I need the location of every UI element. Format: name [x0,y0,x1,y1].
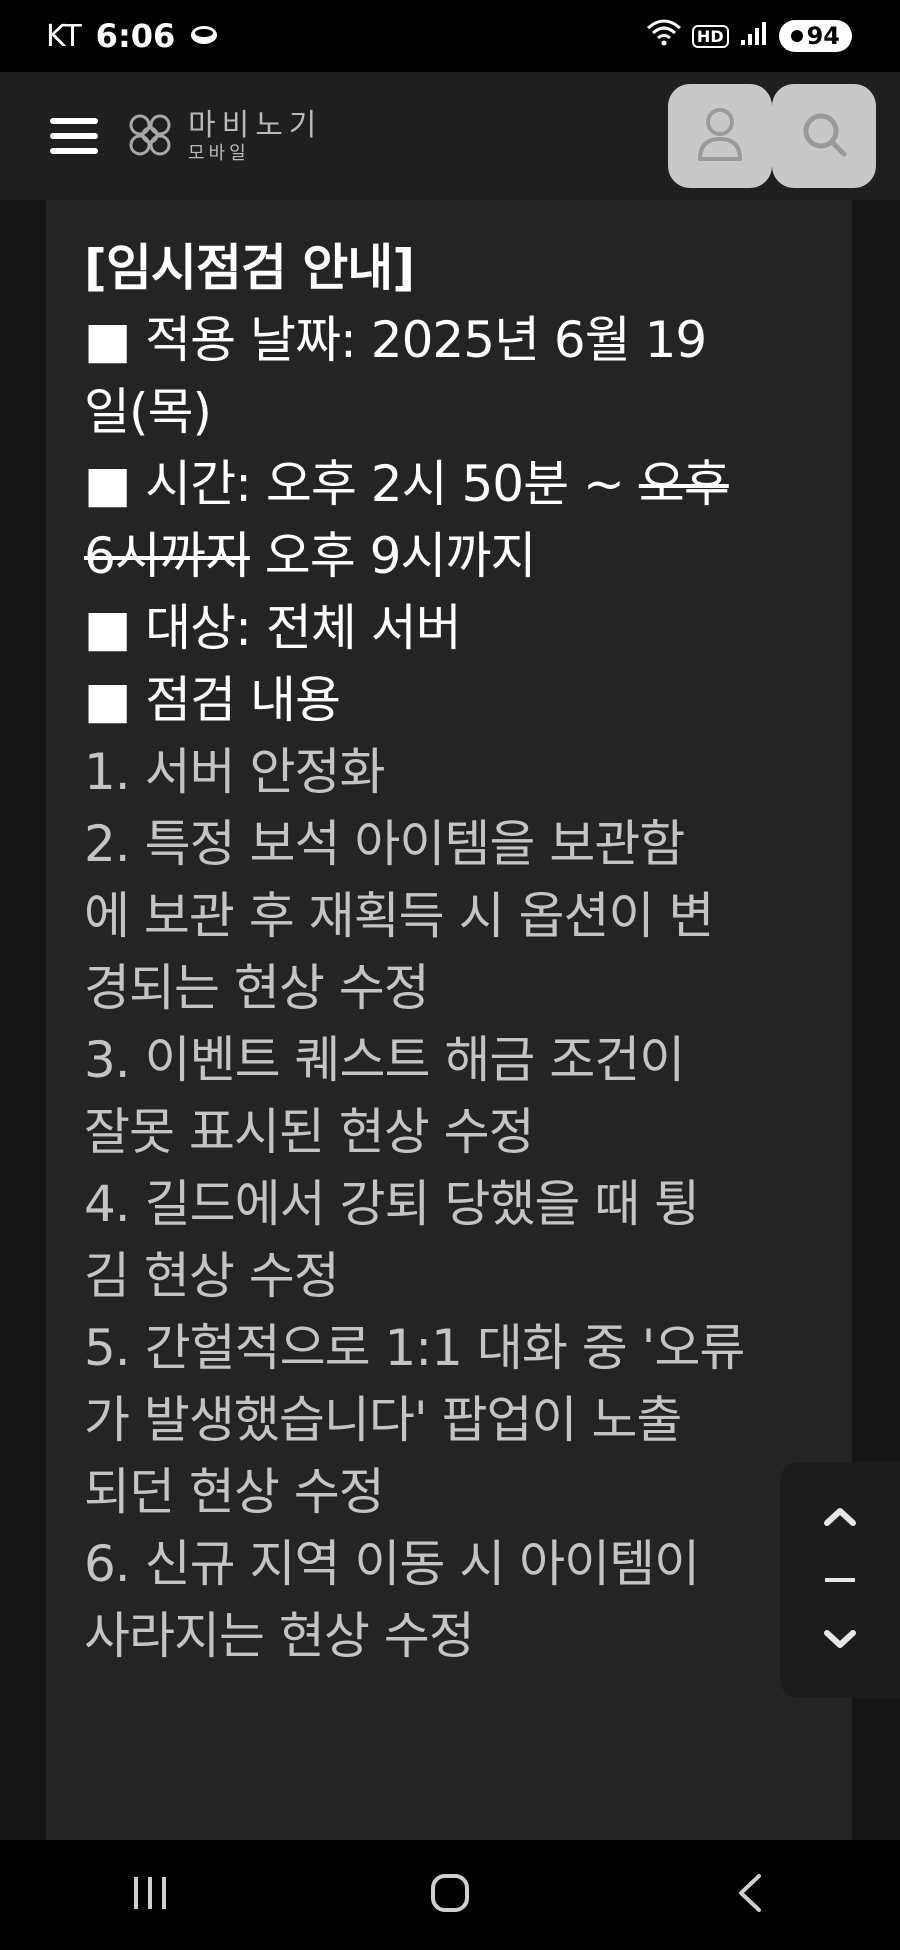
notice-time-line1: ■ 시간: 오후 2시 50분 ~ 오후 [84,448,814,520]
notice-target: ■ 대상: 전체 서버 [84,599,462,657]
notice-time-line2: 6시까지 오후 9시까지 [84,520,814,592]
scroll-widget [780,1462,900,1698]
notice-item-line: 경되는 현상 수정 [84,959,430,1017]
carrier-label: KT [46,18,82,54]
notice-item-line: 에 보관 후 재획득 시 옵션이 변 [84,887,714,945]
status-right: HD 94 [646,18,852,54]
scroll-down-icon[interactable] [823,1629,857,1655]
logo-text: 마비노기 모바일 [188,111,322,163]
hd-voice-icon: HD [691,24,729,48]
notice-content-heading: ■ 점검 내용 [84,671,341,729]
logo-subtitle: 모바일 [188,143,250,164]
notice-date-line2: 일(목) [84,383,212,441]
status-bar: KT 6:06 HD 94 [0,0,900,72]
notice-date-line1: ■ 적용 날짜: 2025년 6월 19 [84,311,707,369]
left-gutter [0,200,46,1840]
notice-time-strike-2: 6시까지 [84,527,251,585]
notice-item-line: 가 발생했습니다' 팝업이 노출 [84,1391,682,1449]
notice-time-strike-1: 오후 [638,455,730,513]
notice-item-line: 3. 이벤트 퀘스트 해금 조건이 [84,1031,685,1089]
battery-indicator: 94 [778,20,852,52]
menu-icon[interactable] [50,118,98,154]
recent-apps-icon [130,1875,170,1915]
battery-saver-icon [790,30,803,42]
notice-content: [임시점검 안내] ■ 적용 날짜: 2025년 6월 19 일(목) ■ 시간… [46,200,852,1840]
app-header: 마비노기 모바일 [0,72,900,200]
user-button[interactable] [668,84,772,188]
notice-item-line: 되던 현상 수정 [84,1463,385,1521]
recent-apps-button[interactable] [90,1855,210,1935]
notice-item-line: 1. 서버 안정화 [84,743,386,801]
notice-title: [임시점검 안내] [84,239,415,297]
notice-item-line: 2. 특정 보석 아이템을 보관함 [84,815,685,873]
cloud-notification-icon [189,19,219,54]
user-icon [695,105,745,167]
notice-item-line: 6. 신규 지역 이동 시 아이템이 [84,1535,700,1593]
battery-level: 94 [806,22,840,50]
home-button[interactable] [390,1855,510,1935]
scroll-divider [825,1577,855,1582]
status-left: KT 6:06 [46,17,219,55]
search-icon [798,108,850,164]
logo-title: 마비노기 [188,108,323,143]
system-nav-bar [0,1840,900,1950]
search-button[interactable] [772,84,876,188]
notice-item-line: 잘못 표시된 현상 수정 [84,1103,535,1161]
notice-time-prefix: ■ 시간: 오후 2시 50분 ~ [84,455,639,513]
notice-item-line: 사라지는 현상 수정 [84,1607,475,1665]
wifi-icon [646,18,682,54]
back-button[interactable] [690,1855,810,1935]
knot-logo-icon [124,109,176,165]
back-icon [735,1872,765,1918]
logo[interactable]: 마비노기 모바일 [124,102,322,172]
notice-time-rest: 오후 9시까지 [249,527,537,585]
notice-item-line: 5. 간헐적으로 1:1 대화 중 '오류 [84,1319,745,1377]
scroll-up-icon[interactable] [823,1505,857,1531]
home-icon [429,1872,471,1918]
notice-item-line: 김 현상 수정 [84,1247,340,1305]
clock: 6:06 [95,17,176,55]
signal-icon [739,19,769,54]
notice-item-line: 4. 길드에서 강퇴 당했을 때 튕 [84,1175,700,1233]
